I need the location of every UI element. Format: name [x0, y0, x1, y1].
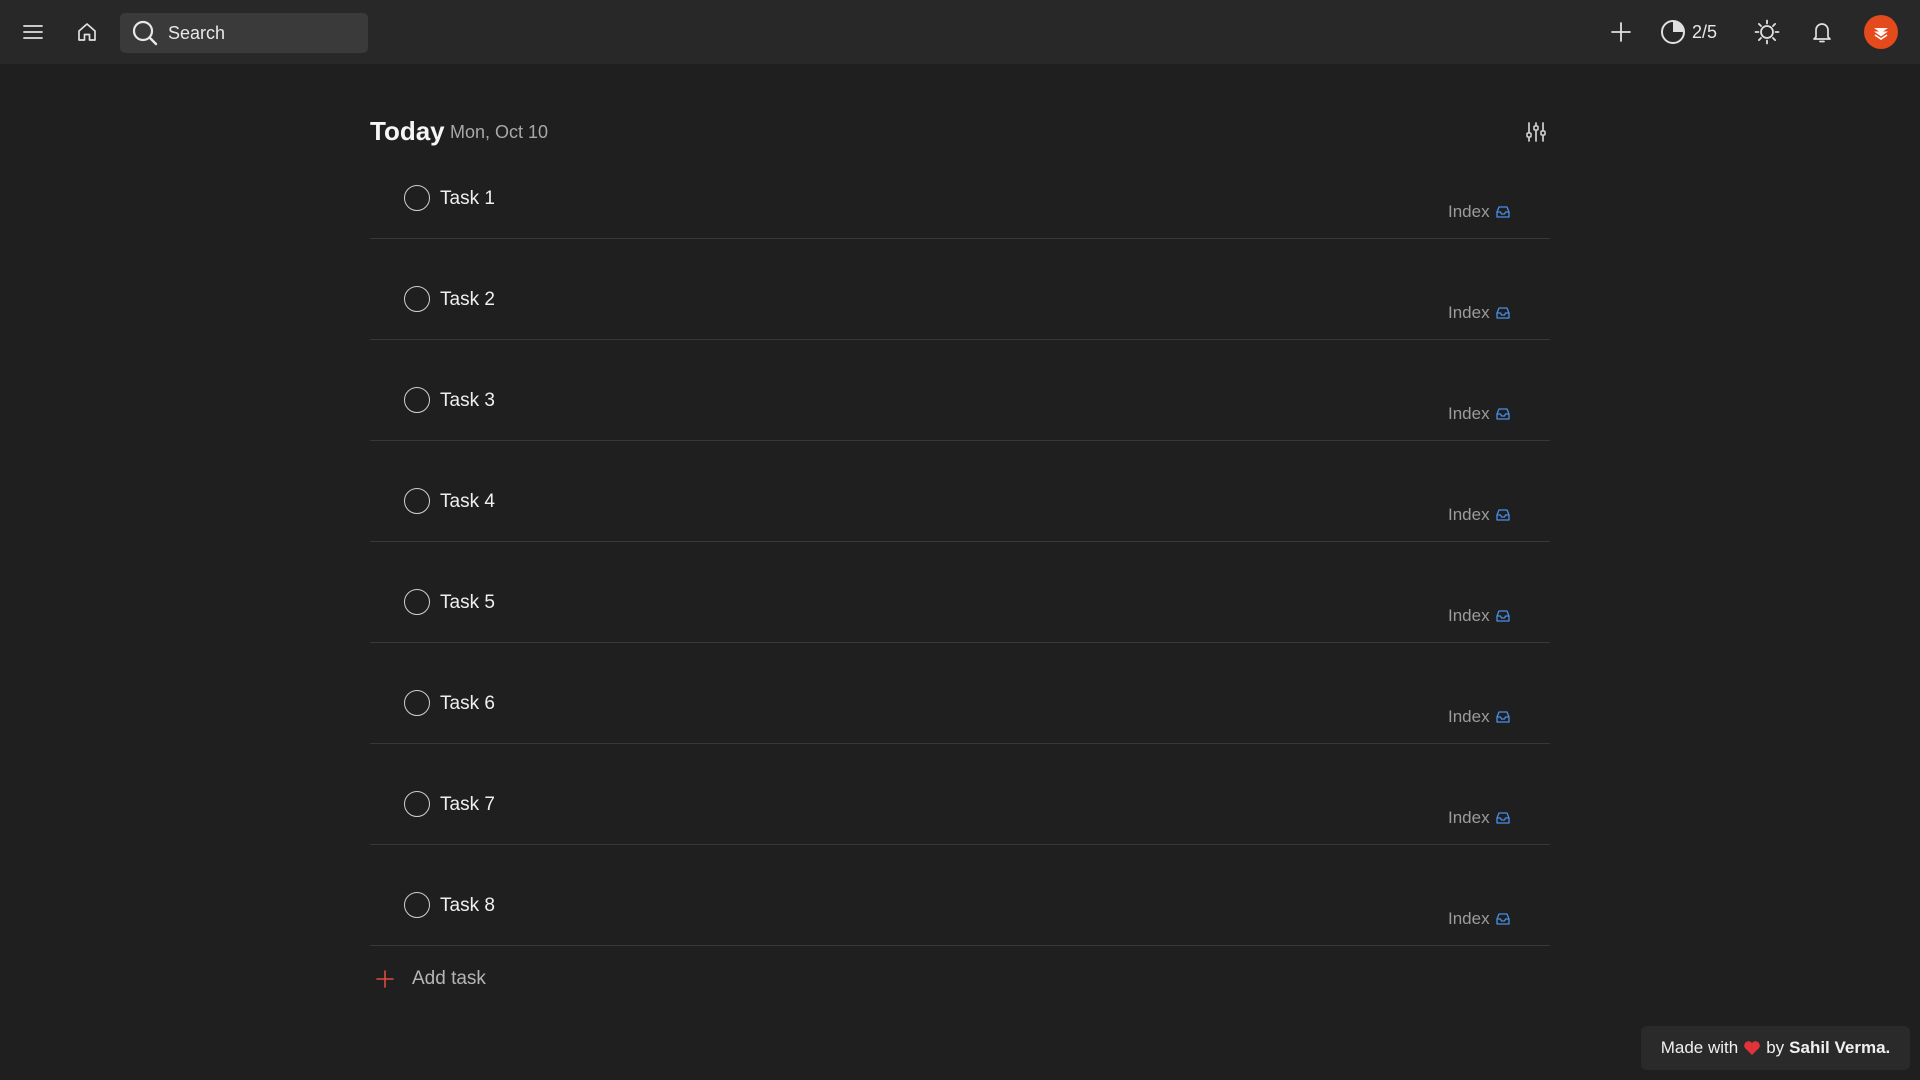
task-checkbox[interactable] [404, 791, 430, 817]
task-project[interactable]: Index [1448, 808, 1510, 828]
theme-toggle-button[interactable] [1747, 12, 1787, 52]
task-checkbox[interactable] [404, 387, 430, 413]
made-with-credit: Made with by Sahil Verma. [1641, 1026, 1910, 1070]
task-project[interactable]: Index [1448, 909, 1510, 929]
inbox-icon [1495, 812, 1510, 824]
task-list: Task 1 Index Task 2 Index Task 3 Index T… [370, 168, 1550, 946]
inbox-icon [1495, 307, 1510, 319]
credit-made-with: Made with [1660, 1038, 1739, 1057]
task-project[interactable]: Index [1448, 404, 1510, 424]
quick-add-button[interactable] [1601, 12, 1641, 52]
page-date: Mon, Oct 10 [450, 122, 549, 142]
credit-author: Sahil Verma. [1789, 1038, 1891, 1057]
bell-icon [1813, 23, 1831, 43]
task-project[interactable]: Index [1448, 606, 1510, 626]
productivity-button[interactable]: 2/5 [1660, 12, 1717, 52]
task-title[interactable]: Task 7 [440, 794, 495, 816]
task-project-label: Index [1448, 707, 1490, 726]
task-checkbox[interactable] [404, 185, 430, 211]
inbox-icon [1495, 408, 1510, 420]
sliders-icon [1526, 122, 1546, 142]
search-icon [130, 18, 160, 48]
task-item[interactable]: Task 6 Index [370, 643, 1550, 744]
task-checkbox[interactable] [404, 589, 430, 615]
task-project-label: Index [1448, 303, 1490, 322]
task-project-label: Index [1448, 909, 1490, 928]
task-project[interactable]: Index [1448, 505, 1510, 525]
plus-icon [376, 970, 394, 988]
page-title: Today [370, 116, 445, 146]
main-content: Today Mon, Oct 10 Task 1 Index Task 2 In… [370, 64, 1550, 1026]
add-task-label: Add task [412, 968, 486, 989]
search-bar[interactable] [120, 13, 368, 53]
sun-icon [1754, 19, 1780, 45]
task-item[interactable]: Task 5 Index [370, 542, 1550, 643]
menu-toggle-button[interactable] [13, 12, 53, 52]
task-project-label: Index [1448, 202, 1490, 221]
task-title[interactable]: Task 5 [440, 592, 495, 614]
task-project[interactable]: Index [1448, 707, 1510, 727]
avatar[interactable] [1864, 15, 1898, 49]
task-checkbox[interactable] [404, 892, 430, 918]
task-project[interactable]: Index [1448, 202, 1510, 222]
inbox-icon [1495, 711, 1510, 723]
task-title[interactable]: Task 1 [440, 188, 495, 210]
inbox-icon [1495, 509, 1510, 521]
add-task-row: Add task [370, 946, 1550, 1026]
task-title[interactable]: Task 6 [440, 693, 495, 715]
add-task-button[interactable]: Add task [376, 968, 486, 990]
task-project-label: Index [1448, 808, 1490, 827]
task-item[interactable]: Task 1 Index [370, 168, 1550, 239]
search-input[interactable] [168, 22, 358, 44]
task-item[interactable]: Task 7 Index [370, 744, 1550, 845]
credit-by: by [1766, 1038, 1785, 1057]
inbox-icon [1495, 610, 1510, 622]
task-title[interactable]: Task 8 [440, 895, 495, 917]
notifications-button[interactable] [1802, 12, 1842, 52]
task-project-label: Index [1448, 606, 1490, 625]
task-item[interactable]: Task 4 Index [370, 441, 1550, 542]
todo-logo-icon [1874, 28, 1888, 40]
task-item[interactable]: Task 2 Index [370, 239, 1550, 340]
task-title[interactable]: Task 2 [440, 289, 495, 311]
task-project-label: Index [1448, 505, 1490, 524]
task-title[interactable]: Task 4 [440, 491, 495, 513]
heart-icon [1744, 1041, 1760, 1055]
task-checkbox[interactable] [404, 286, 430, 312]
task-checkbox[interactable] [404, 690, 430, 716]
task-title[interactable]: Task 3 [440, 390, 495, 412]
plus-icon [1611, 22, 1631, 42]
inbox-icon [1495, 913, 1510, 925]
inbox-icon [1495, 206, 1510, 218]
home-icon [78, 23, 96, 41]
productivity-progress: 2/5 [1692, 21, 1718, 42]
hamburger-menu-icon [23, 25, 43, 39]
task-item[interactable]: Task 3 Index [370, 340, 1550, 441]
task-project-label: Index [1448, 404, 1490, 423]
view-header: Today Mon, Oct 10 [370, 64, 1550, 168]
task-item[interactable]: Task 8 Index [370, 845, 1550, 946]
view-options-button[interactable] [1516, 112, 1556, 152]
task-project[interactable]: Index [1448, 303, 1510, 323]
home-button[interactable] [67, 12, 107, 52]
pie-progress-icon [1661, 20, 1685, 44]
top-bar: 2/5 [0, 0, 1920, 64]
task-checkbox[interactable] [404, 488, 430, 514]
